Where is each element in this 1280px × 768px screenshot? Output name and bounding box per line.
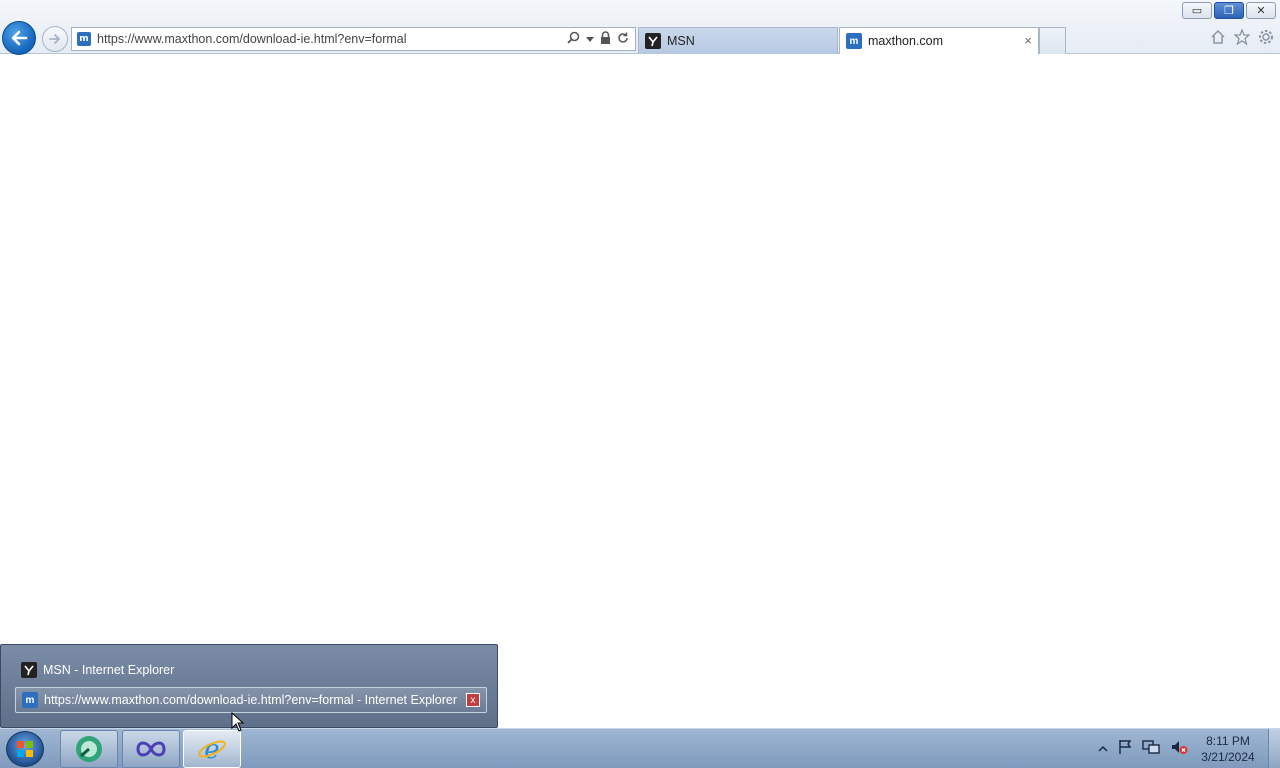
show-hidden-icons-chevron-icon[interactable]: [1098, 741, 1108, 757]
forward-arrow-icon: [49, 34, 61, 44]
home-icon[interactable]: [1210, 29, 1226, 49]
window-close-button[interactable]: x: [466, 693, 480, 707]
system-tray: 8:11 PM 3/21/2024: [1098, 729, 1258, 768]
dropdown-arrow-icon[interactable]: [586, 32, 594, 46]
taskbar-window-list-popup: MSN - Internet Explorer m https://www.ma…: [0, 644, 498, 728]
search-icon[interactable]: [567, 31, 580, 47]
tab-label: maxthon.com: [868, 34, 944, 48]
tab-maxthon[interactable]: m maxthon.com ×: [839, 27, 1039, 54]
browser-toolbar: ▭ ❐ ✕ m https://www.maxthon.com/download…: [0, 0, 1280, 55]
internet-explorer-icon: e: [198, 735, 226, 764]
back-arrow-icon: [11, 30, 28, 46]
address-url[interactable]: https://www.maxthon.com/download-ie.html…: [97, 32, 567, 46]
windows-logo-icon: [17, 741, 33, 757]
address-bar[interactable]: m https://www.maxthon.com/download-ie.ht…: [71, 27, 636, 51]
maxthon-favicon: m: [846, 33, 862, 49]
refresh-icon[interactable]: [617, 32, 629, 47]
network-icon[interactable]: [1142, 739, 1160, 759]
window-list-item-maxthon[interactable]: m https://www.maxthon.com/download-ie.ht…: [15, 687, 487, 713]
volume-muted-icon[interactable]: [1170, 739, 1188, 759]
browser-right-tools: [1210, 28, 1274, 49]
action-center-flag-icon[interactable]: [1118, 739, 1132, 759]
tab-msn[interactable]: MSN: [638, 27, 838, 54]
tab-close-button[interactable]: ×: [1024, 33, 1032, 48]
page-content: [0, 55, 1280, 728]
mouse-cursor-icon: [231, 712, 245, 732]
taskbar-app-maxthon[interactable]: [60, 730, 118, 768]
start-button[interactable]: [6, 731, 44, 767]
window-list-label: https://www.maxthon.com/download-ie.html…: [44, 693, 458, 707]
taskbar-app-internet-explorer[interactable]: e: [183, 730, 241, 768]
clock-time: 8:11 PM: [1206, 734, 1250, 748]
close-window-button[interactable]: ✕: [1246, 2, 1276, 19]
tab-label: MSN: [667, 34, 695, 48]
back-button[interactable]: [2, 21, 36, 55]
clock-date: 3/21/2024: [1201, 750, 1255, 764]
window-list-item-msn[interactable]: MSN - Internet Explorer: [15, 657, 485, 683]
address-tools: [567, 31, 635, 47]
forward-button[interactable]: [42, 26, 68, 52]
msn-favicon: [645, 33, 661, 49]
svg-text:e: e: [204, 735, 219, 764]
window-list-label: MSN - Internet Explorer: [43, 663, 175, 677]
lock-icon[interactable]: [600, 31, 611, 47]
restore-button[interactable]: ❐: [1214, 2, 1244, 19]
window-caption-buttons: ▭ ❐ ✕: [1182, 2, 1276, 19]
maxthon-favicon: m: [22, 692, 38, 708]
system-clock[interactable]: 8:11 PM 3/21/2024: [1198, 733, 1258, 765]
favorites-star-icon[interactable]: [1233, 28, 1251, 49]
minimize-button[interactable]: ▭: [1182, 2, 1212, 19]
show-desktop-button[interactable]: [1268, 729, 1280, 768]
taskbar: e 8:11 PM 3/21/2024: [0, 728, 1280, 768]
gear-icon[interactable]: [1258, 29, 1274, 49]
msn-favicon: [21, 662, 37, 678]
infinity-app-icon: [136, 741, 166, 757]
maxthon-browser-icon: [76, 736, 102, 762]
maxthon-favicon: m: [77, 32, 91, 46]
new-tab-button[interactable]: [1039, 27, 1066, 54]
taskbar-app-infinity[interactable]: [122, 730, 180, 768]
